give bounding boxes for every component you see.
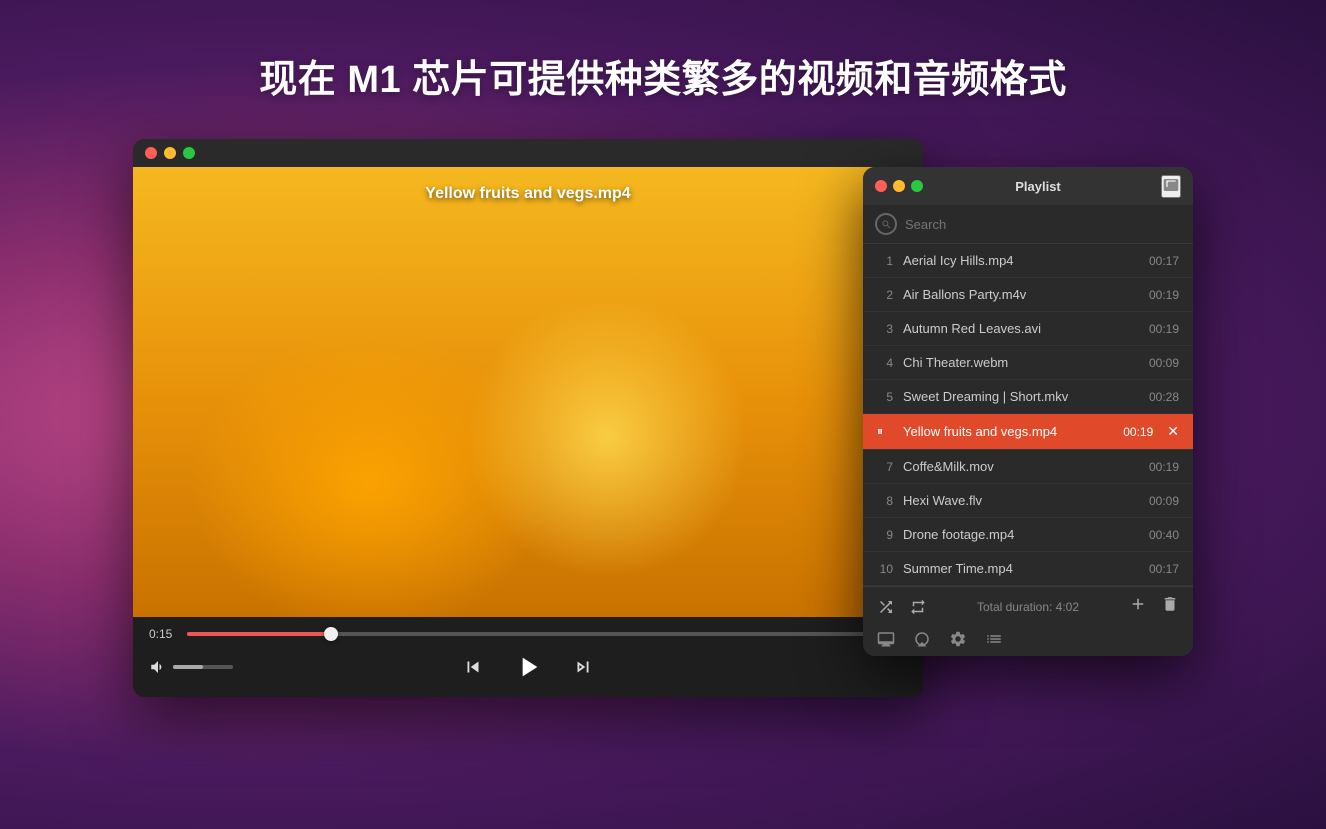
playlist-search-bar: [863, 205, 1193, 244]
progress-track[interactable]: [187, 632, 907, 636]
item-name: Sweet Dreaming | Short.mkv: [903, 389, 1139, 404]
playback-controls: [462, 651, 594, 683]
item-duration: 00:40: [1149, 528, 1179, 542]
add-item-button[interactable]: [1129, 595, 1147, 618]
progress-bar-container: 0:15: [149, 627, 907, 641]
item-duration: 00:19: [1149, 460, 1179, 474]
playlist-item[interactable]: 4 Chi Theater.webm 00:09: [863, 346, 1193, 380]
item-duration: 00:19: [1149, 322, 1179, 336]
footer-top: Total duration: 4:02: [877, 595, 1179, 618]
player-titlebar: [133, 139, 923, 167]
total-duration: Total duration: 4:02: [977, 600, 1079, 614]
playlist-item[interactable]: ⏸ Yellow fruits and vegs.mp4 00:19 ✕: [863, 414, 1193, 450]
volume-fill: [173, 665, 203, 669]
player-window: Yellow fruits and vegs.mp4 0:15: [133, 139, 923, 697]
pip-button[interactable]: [1161, 175, 1181, 198]
search-icon: [875, 213, 897, 235]
repeat-button[interactable]: [909, 598, 927, 616]
settings-button[interactable]: [949, 630, 967, 648]
volume-area: [149, 658, 233, 676]
video-title: Yellow fruits and vegs.mp4: [133, 185, 923, 203]
playlist-footer: Total duration: 4:02: [863, 586, 1193, 656]
playlist-title: Playlist: [930, 179, 1146, 194]
volume-track[interactable]: [173, 665, 233, 669]
playlist-item[interactable]: 10 Summer Time.mp4 00:17: [863, 552, 1193, 586]
item-name: Air Ballons Party.m4v: [903, 287, 1139, 302]
item-number: 7: [877, 460, 893, 474]
video-background: [133, 167, 923, 617]
previous-button[interactable]: [462, 656, 484, 678]
item-duration: 00:28: [1149, 390, 1179, 404]
item-name: Drone footage.mp4: [903, 527, 1139, 542]
playlist-item[interactable]: 9 Drone footage.mp4 00:40: [863, 518, 1193, 552]
item-name: Chi Theater.webm: [903, 355, 1139, 370]
controls-row: [149, 651, 907, 683]
playlist-fullscreen-button[interactable]: [911, 180, 923, 192]
item-name: Coffe&Milk.mov: [903, 459, 1139, 474]
bottom-icons: [877, 630, 1003, 648]
minimize-button[interactable]: [164, 147, 176, 159]
airplay-display-button[interactable]: [877, 630, 895, 648]
queue-button[interactable]: [985, 630, 1003, 648]
item-duration: 00:09: [1149, 494, 1179, 508]
play-button[interactable]: [512, 651, 544, 683]
fullscreen-button[interactable]: [183, 147, 195, 159]
item-name: Yellow fruits and vegs.mp4: [903, 424, 1113, 439]
playlist-items: 1 Aerial Icy Hills.mp4 00:17 2 Air Ballo…: [863, 244, 1193, 586]
playlist-item[interactable]: 8 Hexi Wave.flv 00:09: [863, 484, 1193, 518]
item-duration: 00:19: [1123, 425, 1153, 439]
item-duration: 00:19: [1149, 288, 1179, 302]
close-button[interactable]: [145, 147, 157, 159]
player-controls: 0:15: [133, 617, 923, 697]
current-time: 0:15: [149, 627, 177, 641]
item-name: Hexi Wave.flv: [903, 493, 1139, 508]
item-number: 1: [877, 254, 893, 268]
volume-button[interactable]: [149, 658, 167, 676]
item-number: 2: [877, 288, 893, 302]
playlist-panel: Playlist 1 Aerial Icy Hills.mp4 00:17 2 …: [863, 167, 1193, 656]
item-number: 9: [877, 528, 893, 542]
video-display: Yellow fruits and vegs.mp4: [133, 167, 923, 617]
item-number: 10: [877, 562, 893, 576]
item-close-button[interactable]: ✕: [1167, 423, 1179, 440]
playlist-item[interactable]: 7 Coffe&Milk.mov 00:19: [863, 450, 1193, 484]
playlist-minimize-button[interactable]: [893, 180, 905, 192]
progress-fill: [187, 632, 331, 636]
playlist-item[interactable]: 3 Autumn Red Leaves.avi 00:19: [863, 312, 1193, 346]
playlist-titlebar: Playlist: [863, 167, 1193, 205]
item-name: Aerial Icy Hills.mp4: [903, 253, 1139, 268]
item-name: Autumn Red Leaves.avi: [903, 321, 1139, 336]
playlist-close-button[interactable]: [875, 180, 887, 192]
app-container: Yellow fruits and vegs.mp4 0:15: [133, 139, 1193, 697]
progress-thumb[interactable]: [324, 627, 338, 641]
playlist-item[interactable]: 2 Air Ballons Party.m4v 00:19: [863, 278, 1193, 312]
item-duration: 00:17: [1149, 562, 1179, 576]
item-number: 4: [877, 356, 893, 370]
playlist-traffic-lights: [875, 180, 923, 192]
playlist-item[interactable]: 1 Aerial Icy Hills.mp4 00:17: [863, 244, 1193, 278]
item-duration: 00:09: [1149, 356, 1179, 370]
item-name: Summer Time.mp4: [903, 561, 1139, 576]
delete-item-button[interactable]: [1161, 595, 1179, 618]
next-button[interactable]: [572, 656, 594, 678]
item-number: 3: [877, 322, 893, 336]
shuffle-button[interactable]: [877, 598, 895, 616]
page-title: 现在 M1 芯片可提供种类繁多的视频和音频格式: [259, 48, 1066, 103]
footer-bottom: [877, 626, 1179, 648]
search-input[interactable]: [905, 217, 1181, 232]
airplay-audio-button[interactable]: [913, 630, 931, 648]
item-duration: 00:17: [1149, 254, 1179, 268]
item-number: 5: [877, 390, 893, 404]
footer-actions: [1129, 595, 1179, 618]
pause-icon: ⏸: [877, 424, 893, 439]
item-number: 8: [877, 494, 893, 508]
playlist-item[interactable]: 5 Sweet Dreaming | Short.mkv 00:28: [863, 380, 1193, 414]
footer-shuffle-repeat: [877, 598, 927, 616]
